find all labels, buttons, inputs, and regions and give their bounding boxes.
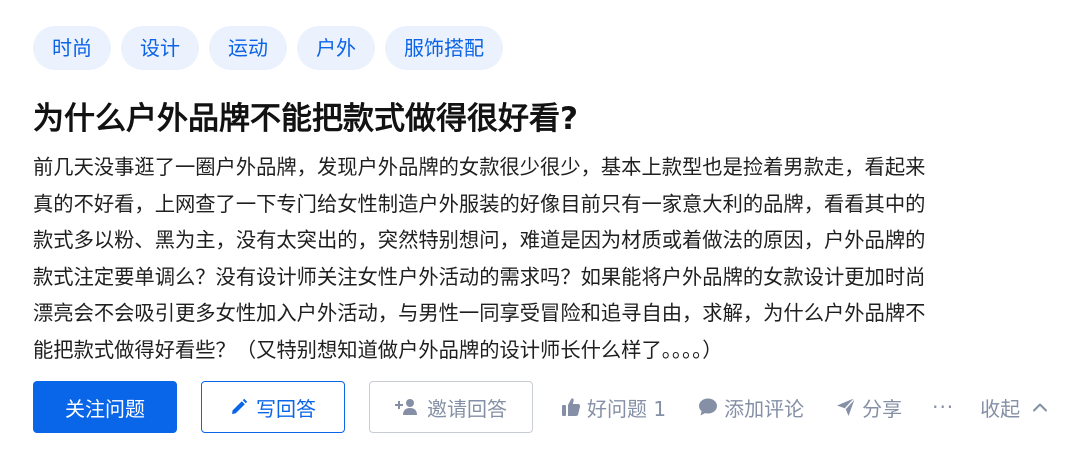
good-question-label: 好问题 1 <box>587 396 667 421</box>
question-header: 时尚 设计 运动 户外 服饰搭配 为什么户外品牌不能把款式做得很好看? 前几天没… <box>0 0 1080 454</box>
collapse-label: 收起 <box>980 396 1021 421</box>
thumbs-up-icon <box>562 398 581 416</box>
topic-tag[interactable]: 设计 <box>121 26 199 70</box>
share-label: 分享 <box>862 396 903 421</box>
chevron-up-icon <box>1033 403 1048 412</box>
question-title[interactable]: 为什么户外品牌不能把款式做得很好看? <box>33 96 1060 142</box>
comment-bubble-icon <box>699 398 718 416</box>
more-options-button[interactable]: ··· <box>932 395 954 419</box>
paper-plane-icon <box>837 397 856 416</box>
question-detail-line: 能把款式做得好看些？（又特别想知道做户外品牌的设计师长什么样了。。。。） <box>33 337 723 362</box>
topic-tag[interactable]: 服饰搭配 <box>385 26 503 70</box>
add-user-icon <box>395 399 417 415</box>
follow-question-label: 关注问题 <box>65 396 145 421</box>
pencil-icon <box>232 398 248 414</box>
question-detail: 前几天没事逛了一圈户外品牌，发现户外品牌的女款很少很少，基本上款型也是捡着男款走… <box>33 149 1033 369</box>
write-answer-button[interactable]: 写回答 <box>201 381 345 433</box>
invite-answer-label: 邀请回答 <box>427 396 507 421</box>
more-options-label: ··· <box>932 395 955 419</box>
question-detail-line: 款式注定要单调么？没有设计师关注女性户外活动的需求吗？如果能将户外品牌的女款设计… <box>33 264 926 289</box>
add-comment-label: 添加评论 <box>724 396 805 421</box>
question-detail-line: 真的不好看，上网查了一下专门给女性制造户外服装的好像目前只有一家意大利的品牌，看… <box>33 191 926 216</box>
write-answer-label: 写回答 <box>256 396 316 421</box>
share-button[interactable]: 分享 <box>836 393 902 422</box>
question-detail-line: 款式多以粉、黑为主，没有太突出的，突然特别想问，难道是因为材质或着做法的原因，户… <box>33 228 926 253</box>
collapse-button[interactable]: 收起 <box>980 393 1048 422</box>
good-question-button[interactable]: 好问题 1 <box>561 393 666 422</box>
topic-tag[interactable]: 户外 <box>297 26 375 70</box>
question-detail-line: 漂亮会不会吸引更多女性加入户外活动，与男性一同享受冒险和追寻自由，求解，为什么户… <box>33 301 926 326</box>
follow-question-button[interactable]: 关注问题 <box>33 381 177 433</box>
question-detail-line: 前几天没事逛了一圈户外品牌，发现户外品牌的女款很少很少，基本上款型也是捡着男款走… <box>33 155 926 179</box>
topic-tag[interactable]: 运动 <box>209 26 287 70</box>
add-comment-button[interactable]: 添加评论 <box>698 393 804 422</box>
topic-tag[interactable]: 时尚 <box>33 26 111 70</box>
invite-answer-button[interactable]: 邀请回答 <box>369 381 533 433</box>
question-actions: 关注问题 写回答 邀请回答 好问题 1 添加评论 分享 ··· 收起 <box>33 381 1064 433</box>
topic-tags: 时尚 设计 运动 户外 服饰搭配 <box>33 26 503 70</box>
